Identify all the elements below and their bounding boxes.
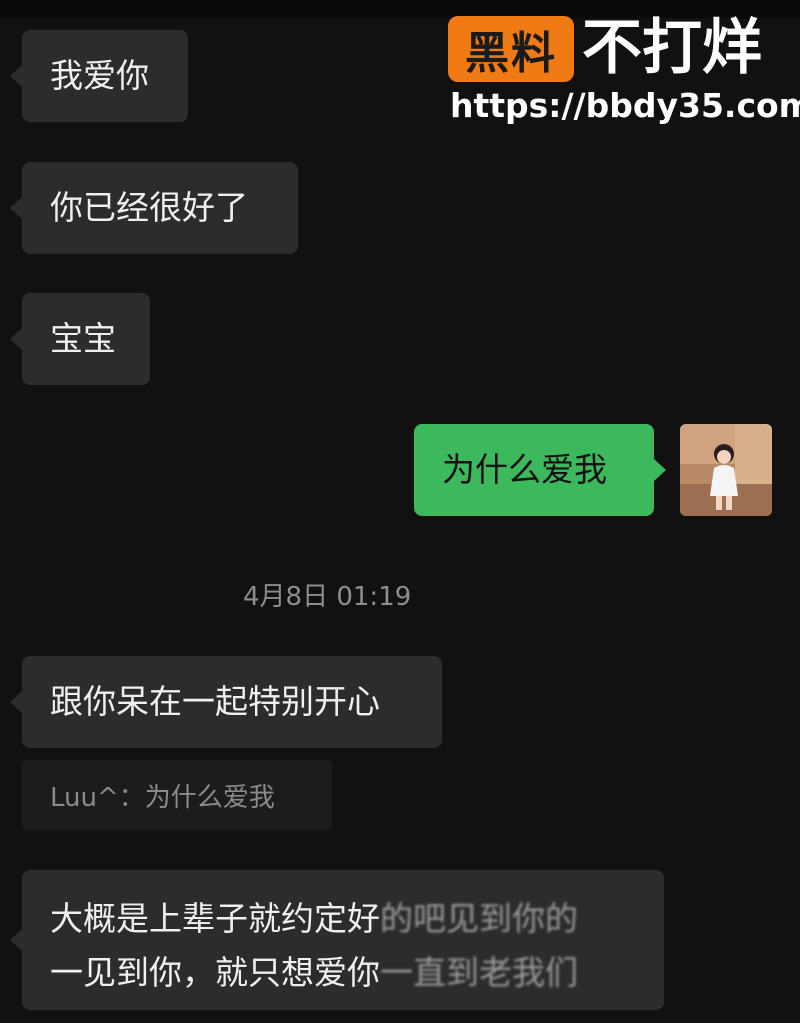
message-text: 宝宝 xyxy=(50,319,116,358)
message-text: 你已经很好了 xyxy=(50,188,248,227)
message-bubble-incoming[interactable]: 跟你呆在一起特别开心 xyxy=(22,656,442,748)
watermark: 黑料 不打烊 https://bbdy35.com xyxy=(448,13,800,126)
message-bubble-incoming[interactable]: 你已经很好了 xyxy=(22,162,298,254)
child-photo-avatar-icon xyxy=(680,424,772,516)
watermark-title: 不打烊 xyxy=(582,13,762,83)
quoted-reply[interactable]: Luu^：为什么爱我 xyxy=(22,760,332,830)
quoted-reply-text: Luu^：为什么爱我 xyxy=(50,782,275,813)
obscured-text: 的吧见到你的 xyxy=(380,899,578,938)
message-text: 为什么爱我 xyxy=(442,450,607,489)
user-avatar[interactable] xyxy=(680,424,772,516)
message-bubble-incoming[interactable]: 宝宝 xyxy=(22,293,150,385)
message-text: 我爱你 xyxy=(50,56,149,95)
message-text: 跟你呆在一起特别开心 xyxy=(50,682,380,721)
message-bubble-outgoing[interactable]: 为什么爱我 xyxy=(414,424,654,516)
message-bubble-incoming[interactable]: 大概是上辈子就约定好的吧见到你的 一见到你，就只想爱你一直到老我们 xyxy=(22,870,664,1010)
message-text-line: 一见到你，就只想爱你一直到老我们 xyxy=(50,953,578,992)
watermark-url: https://bbdy35.com xyxy=(450,86,800,125)
obscured-text: 一直到老我们 xyxy=(380,953,578,992)
watermark-badge: 黑料 xyxy=(448,16,574,82)
message-bubble-incoming[interactable]: 我爱你 xyxy=(22,30,188,122)
message-text-line: 大概是上辈子就约定好的吧见到你的 xyxy=(50,899,578,938)
message-timestamp: 4月8日 01:19 xyxy=(243,582,412,612)
